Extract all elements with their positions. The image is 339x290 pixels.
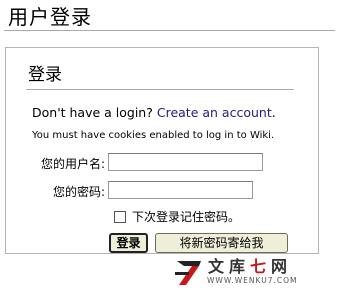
login-box-divider [26, 89, 294, 90]
no-login-text: Don't have a login? [32, 105, 153, 120]
watermark: 文库七网 WWW.WENKU7.COM [175, 258, 335, 288]
watermark-text: 文库七网 [208, 257, 293, 276]
login-box-heading: 登录 [28, 65, 62, 85]
wenku7-logo-icon [175, 261, 201, 285]
username-input[interactable] [108, 153, 263, 171]
password-label: 您的密码: [52, 185, 105, 199]
page-title: 用户登录 [8, 5, 92, 29]
page-title-divider [4, 30, 335, 31]
remember-password-label[interactable]: 下次登录记住密码。 [132, 209, 240, 225]
login-button[interactable]: 登录 [109, 233, 148, 253]
no-login-suffix: . [271, 105, 276, 120]
remember-password-checkbox[interactable] [114, 211, 126, 223]
watermark-url: WWW.WENKU7.COM [207, 276, 298, 285]
no-login-line: Don't have a login? Create an account. [32, 105, 276, 121]
password-input[interactable] [108, 181, 253, 199]
cookie-note: You must have cookies enabled to log in … [32, 130, 275, 141]
create-account-link[interactable]: Create an account [157, 105, 272, 120]
username-label: 您的用户名: [40, 157, 105, 171]
mail-new-password-button[interactable]: 将新密码寄给我 [155, 233, 288, 253]
